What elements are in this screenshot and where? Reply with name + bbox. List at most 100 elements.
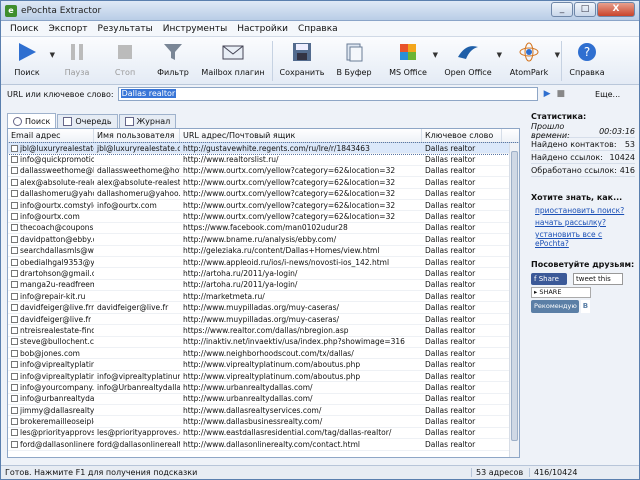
play-small-icon[interactable]: ▶ <box>544 89 551 99</box>
tab-log[interactable]: Журнал <box>118 114 177 128</box>
col-email[interactable]: Email адрес <box>8 129 94 143</box>
table-row[interactable]: info@urbanrealtydalla... http://www.urban… <box>8 394 519 405</box>
open-office-button[interactable]: Open Office ▼ <box>436 39 502 83</box>
row-checkbox[interactable] <box>11 144 18 152</box>
ms-office-button[interactable]: MS Office ▼ <box>380 39 438 83</box>
help-button[interactable]: ? Справка <box>565 39 609 83</box>
menu-export[interactable]: Экспорт <box>44 24 93 34</box>
tweet-button[interactable]: tweet this <box>573 273 623 285</box>
table-row[interactable]: les@priorityapprovs...les@priorityapprov… <box>8 428 519 440</box>
table-row[interactable]: info@ourtx.comstyle info@ourtx.com http://… <box>8 200 519 212</box>
search-button[interactable]: Поиск ▼ <box>1 39 55 83</box>
col-username[interactable]: Имя пользователя <box>94 129 180 143</box>
row-checkbox[interactable] <box>11 418 18 426</box>
share-button[interactable]: ▸ SHARE <box>531 287 591 298</box>
row-checkbox[interactable] <box>11 292 18 300</box>
row-checkbox[interactable] <box>11 361 18 369</box>
cell-email: davidfeiger@live.frrel <box>8 302 94 313</box>
table-row[interactable]: davidfeiger@live.fr http://www.muypillada… <box>8 314 519 326</box>
menu-help[interactable]: Справка <box>293 24 343 34</box>
table-row[interactable]: info@repair-kit.ru http://marketmeta.ru/D… <box>8 291 519 303</box>
menu-results[interactable]: Результаты <box>93 24 158 34</box>
row-checkbox[interactable] <box>11 258 18 266</box>
col-keyword[interactable]: Ключевое слово <box>422 129 502 143</box>
row-checkbox[interactable] <box>11 406 18 414</box>
table-row[interactable]: thecoach@couponsiw... https://www.faceboo… <box>8 223 519 235</box>
row-checkbox[interactable] <box>11 372 18 380</box>
link-pause-search[interactable]: приостановить поиск? <box>535 206 635 218</box>
row-checkbox[interactable] <box>11 167 18 175</box>
menu-tools[interactable]: Инструменты <box>158 24 232 34</box>
table-row[interactable]: dallashomeru@yahoo.c...dallashomeru@yaho… <box>8 189 519 200</box>
table-row[interactable]: jbl@luxuryrealestate.c...jbl@luxuryreale… <box>8 141 519 156</box>
table-row[interactable]: jimmy@dallasrealtyser... http://www.dalla… <box>8 405 519 417</box>
more-button[interactable]: Еще... <box>595 90 620 99</box>
mailbox-plugin-button[interactable]: Mailbox плагин <box>197 39 269 83</box>
stop-button[interactable]: Стоп <box>101 39 149 83</box>
table-row[interactable]: alex@absolute-realest...alex@absolute-re… <box>8 177 519 189</box>
tab-search[interactable]: Поиск <box>7 113 57 128</box>
row-checkbox[interactable] <box>11 190 18 198</box>
row-checkbox[interactable] <box>11 304 18 312</box>
tab-queue[interactable]: Очередь <box>57 114 118 128</box>
row-checkbox[interactable] <box>11 178 18 186</box>
link-install-epochta[interactable]: установить все с ePochta? <box>535 230 635 248</box>
menu-settings[interactable]: Настройки <box>232 24 293 34</box>
row-checkbox[interactable] <box>11 326 18 334</box>
row-checkbox[interactable] <box>11 201 18 209</box>
row-checkbox[interactable] <box>11 440 18 448</box>
col-url[interactable]: URL адрес/Почтовый ящик <box>180 129 422 143</box>
table-row[interactable]: manga2u-readfreema... http://artoha.ru/20… <box>8 280 519 292</box>
table-row[interactable]: info@yourcompany.c...info@Urbanrealtydal… <box>8 382 519 394</box>
facebook-share-button[interactable]: f Share <box>531 273 567 285</box>
chevron-down-icon[interactable]: ▼ <box>555 51 560 59</box>
row-checkbox[interactable] <box>11 383 18 391</box>
row-checkbox[interactable] <box>11 270 18 277</box>
row-checkbox[interactable] <box>11 247 18 255</box>
row-checkbox[interactable] <box>11 395 18 403</box>
scroll-thumb[interactable] <box>511 151 518 441</box>
table-row[interactable]: info@ourtx.com http://www.ourtx.com/yello… <box>8 211 519 223</box>
table-row[interactable]: ford@dallasonlinereal...ford@dallasonlin… <box>8 439 519 451</box>
table-row[interactable]: brokeremailleoseiple... http://www.dallas… <box>8 416 519 428</box>
menu-search[interactable]: Поиск <box>5 24 44 34</box>
close-button[interactable]: X <box>597 2 635 17</box>
table-row[interactable]: dallassweethome@ho...dallassweethome@hot… <box>8 166 519 178</box>
row-checkbox[interactable] <box>11 281 18 289</box>
minimize-button[interactable]: _ <box>551 2 573 17</box>
row-checkbox[interactable] <box>11 235 18 243</box>
row-checkbox[interactable] <box>11 429 18 437</box>
row-checkbox[interactable] <box>11 338 18 346</box>
table-row[interactable]: davidfeiger@live.frrel davidfeiger@live.f… <box>8 302 519 314</box>
row-checkbox[interactable] <box>11 349 18 357</box>
vertical-scrollbar[interactable] <box>509 143 519 457</box>
vk-recommend-button[interactable]: Рекомендую B <box>531 300 591 313</box>
table-row[interactable]: info@viprealtyplatinu...info@viprealtypl… <box>8 371 519 383</box>
table-row[interactable]: obedialhgal9353@yah... http://www.appleoi… <box>8 257 519 269</box>
cell-email: dallashomeru@yahoo.c... <box>8 188 94 199</box>
row-checkbox[interactable] <box>11 315 18 323</box>
atompark-button[interactable]: AtomPark ▼ <box>500 39 560 83</box>
row-checkbox[interactable] <box>11 213 18 221</box>
table-row[interactable]: info@quickpromotion... http://www.realtor… <box>8 154 519 166</box>
table-row[interactable]: info@viprealtyplatinum... http://www.vipr… <box>8 359 519 371</box>
to-buffer-button[interactable]: В Буфер <box>328 39 380 83</box>
save-button[interactable]: Сохранить <box>276 39 328 83</box>
maximize-button[interactable]: □ <box>574 2 596 17</box>
stop-small-icon[interactable]: ■ <box>557 89 566 99</box>
table-row[interactable]: searchdallasmls@ww... http://geleziaka.ru… <box>8 246 519 257</box>
link-start-mailing[interactable]: начать рассылку? <box>535 218 635 230</box>
cell-email-text: davidpatton@ebby.com <box>20 234 94 244</box>
table-row[interactable]: ntreisrealestate-findh... https://www.rea… <box>8 325 519 337</box>
filter-button[interactable]: Фильтр <box>149 39 197 83</box>
table-row[interactable]: drartohson@gmail.com http://artoha.ru/201… <box>8 268 519 280</box>
pause-button[interactable]: Пауза <box>53 39 101 83</box>
row-checkbox[interactable] <box>11 156 18 164</box>
cell-email: info@repair-kit.ru <box>8 291 94 302</box>
row-checkbox[interactable] <box>11 224 18 232</box>
cell-email-text: drartohson@gmail.com <box>20 269 94 278</box>
table-row[interactable]: steve@bullochent.com http://inaktiv.net/i… <box>8 337 519 349</box>
table-row[interactable]: bob@jones.com http://www.neighborhoodscou… <box>8 348 519 360</box>
url-input[interactable]: Dallas realtor <box>117 87 538 101</box>
table-row[interactable]: davidpatton@ebby.com http://www.bname.ru/… <box>8 234 519 246</box>
